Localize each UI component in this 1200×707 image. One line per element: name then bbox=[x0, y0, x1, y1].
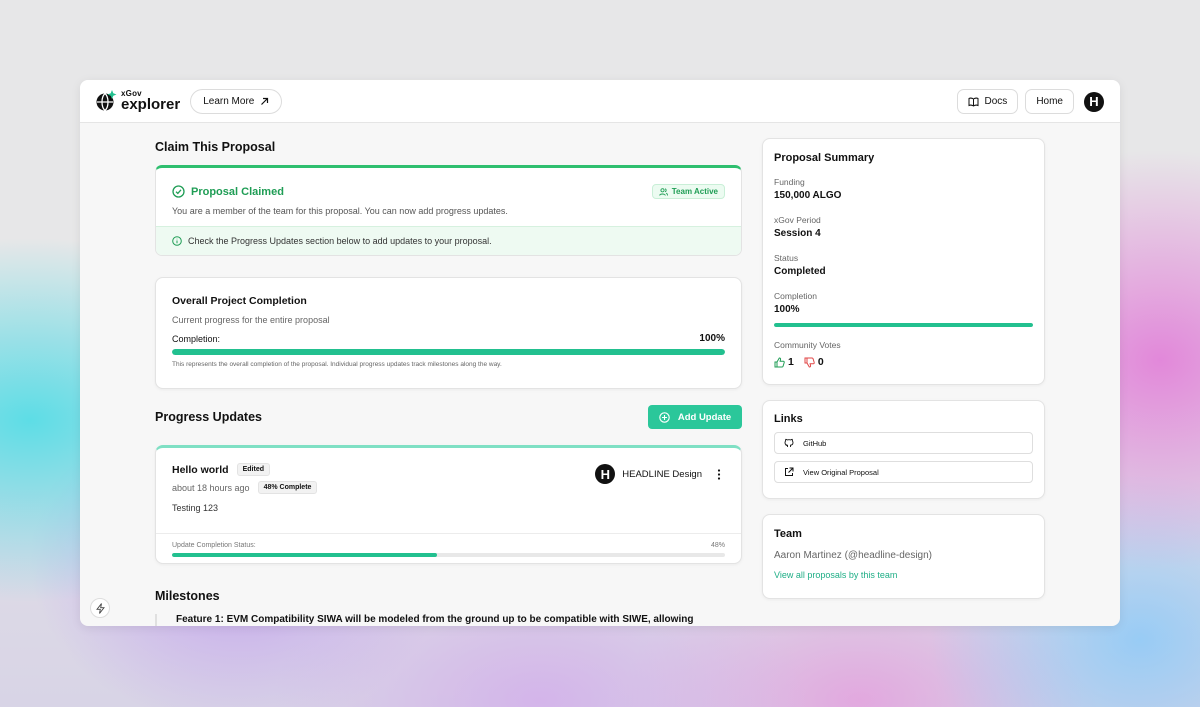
update-author: H HEADLINE Design bbox=[595, 464, 721, 484]
summary-progress-bar bbox=[774, 323, 1033, 327]
edited-chip: Edited bbox=[236, 463, 270, 476]
period-label: xGov Period bbox=[774, 215, 821, 225]
more-vertical-icon[interactable] bbox=[717, 468, 721, 480]
funding-value: 150,000 ALGO bbox=[774, 190, 842, 201]
globe-sparkle-icon bbox=[96, 90, 117, 111]
team-card: Team Aaron Martinez (@headline-design) V… bbox=[762, 514, 1045, 599]
summary-progress-fill bbox=[774, 323, 1033, 327]
period-value: Session 4 bbox=[774, 228, 821, 239]
update-status-percent: 48% bbox=[710, 542, 725, 549]
book-icon bbox=[968, 97, 979, 107]
home-button[interactable]: Home bbox=[1025, 89, 1074, 114]
original-proposal-label: View Original Proposal bbox=[803, 467, 879, 477]
community-votes: 1 0 bbox=[774, 356, 1033, 368]
learn-more-label: Learn More bbox=[203, 95, 255, 107]
summary-completion-label: Completion bbox=[774, 291, 817, 301]
user-avatar[interactable]: H bbox=[1084, 91, 1104, 112]
progress-updates-header: Progress Updates Add Update bbox=[155, 405, 742, 429]
status-label: Status bbox=[774, 253, 799, 263]
proposal-summary-card: Proposal Summary Funding 150,000 ALGO xG… bbox=[762, 138, 1045, 385]
progress-updates-title: Progress Updates bbox=[155, 410, 262, 424]
funding-label: Funding bbox=[774, 177, 805, 187]
author-name: HEADLINE Design bbox=[622, 468, 702, 480]
logo-large-text: explorer bbox=[121, 96, 181, 113]
view-all-proposals-link[interactable]: View all proposals by this team bbox=[774, 570, 1033, 580]
github-icon bbox=[784, 438, 794, 447]
main-column: Claim This Proposal Proposal Claimed Tea… bbox=[155, 123, 742, 626]
quick-action-button[interactable] bbox=[90, 598, 110, 618]
add-update-button[interactable]: Add Update bbox=[648, 405, 742, 429]
team-active-badge: Team Active bbox=[651, 184, 725, 199]
claim-info-banner: Check the Progress Updates section below… bbox=[156, 226, 741, 255]
completion-note: This represents the overall completion o… bbox=[172, 361, 502, 368]
team-title: Team bbox=[774, 528, 802, 540]
summary-title: Proposal Summary bbox=[774, 152, 875, 164]
lightning-icon bbox=[95, 602, 105, 614]
votes-label: Community Votes bbox=[774, 340, 841, 350]
claim-section-title: Claim This Proposal bbox=[155, 140, 276, 154]
xgov-logo[interactable]: xGov explorer bbox=[95, 90, 180, 112]
original-proposal-link[interactable]: View Original Proposal bbox=[774, 461, 1033, 483]
logo-text: xGov explorer bbox=[121, 90, 181, 113]
downvote-button[interactable]: 0 bbox=[804, 356, 824, 368]
docs-button[interactable]: Docs bbox=[956, 89, 1019, 114]
summary-completion-value: 100% bbox=[774, 304, 800, 315]
upvote-count: 1 bbox=[788, 356, 794, 368]
header-actions: Docs Home H bbox=[956, 89, 1104, 114]
update-progress-bar bbox=[172, 553, 725, 557]
author-avatar: H bbox=[595, 464, 616, 484]
update-timestamp: about 18 hours ago bbox=[172, 482, 250, 493]
upvote-button[interactable]: 1 bbox=[774, 356, 794, 368]
docs-label: Docs bbox=[984, 96, 1008, 107]
completion-progress-bar bbox=[172, 349, 725, 355]
update-progress-fill bbox=[172, 553, 438, 557]
milestones-title: Milestones bbox=[155, 589, 220, 603]
claim-status-title: Proposal Claimed bbox=[191, 185, 284, 198]
links-card: Links GitHub View Original Proposal bbox=[762, 400, 1045, 499]
top-nav: xGov explorer Learn More Docs Home H bbox=[80, 80, 1120, 123]
thumbs-up-icon bbox=[774, 356, 785, 367]
sidebar: Proposal Summary Funding 150,000 ALGO xG… bbox=[762, 138, 1045, 599]
project-completion-card: Overall Project Completion Current progr… bbox=[155, 277, 742, 389]
info-icon bbox=[172, 236, 182, 246]
progress-update-card: Hello world Edited about 18 hours ago 48… bbox=[155, 445, 742, 564]
downvote-count: 0 bbox=[817, 356, 824, 368]
github-label: GitHub bbox=[803, 438, 827, 448]
plus-circle-icon bbox=[659, 411, 670, 423]
claim-status-card: Proposal Claimed Team Active You are a m… bbox=[155, 165, 742, 256]
completion-title: Overall Project Completion bbox=[172, 295, 307, 307]
completion-label: Completion: bbox=[172, 333, 221, 344]
update-status-label: Update Completion Status: bbox=[172, 542, 256, 549]
team-active-label: Team Active bbox=[671, 187, 718, 196]
users-icon bbox=[659, 187, 668, 196]
arrow-up-right-icon bbox=[261, 97, 269, 105]
claim-status: Proposal Claimed bbox=[172, 185, 284, 198]
completion-percent: 100% bbox=[699, 333, 725, 344]
app-window: xGov explorer Learn More Docs Home H Cla… bbox=[80, 80, 1120, 626]
claim-info-text: Check the Progress Updates section below… bbox=[188, 236, 492, 246]
learn-more-button[interactable]: Learn More bbox=[190, 88, 283, 114]
github-link[interactable]: GitHub bbox=[774, 432, 1033, 454]
update-title: Hello world bbox=[172, 463, 229, 476]
update-body: Testing 123 bbox=[172, 503, 219, 513]
team-member: Aaron Martinez (@headline-design) bbox=[774, 550, 933, 561]
completion-progress-fill bbox=[172, 349, 725, 355]
external-link-icon bbox=[785, 467, 794, 476]
check-circle-icon bbox=[172, 185, 185, 198]
completion-subtitle: Current progress for the entire proposal bbox=[172, 315, 330, 325]
claim-description: You are a member of the team for this pr… bbox=[172, 206, 508, 216]
home-label: Home bbox=[1036, 96, 1063, 107]
add-update-label: Add Update bbox=[677, 411, 732, 423]
thumbs-down-icon bbox=[804, 357, 815, 368]
update-complete-chip: 48% Complete bbox=[257, 481, 318, 494]
milestones-section: Milestones Feature 1: EVM Compatibility … bbox=[155, 589, 742, 626]
links-title: Links bbox=[774, 413, 803, 425]
milestone-item: Feature 1: EVM Compatibility SIWA will b… bbox=[155, 614, 742, 626]
status-value: Completed bbox=[774, 266, 826, 277]
